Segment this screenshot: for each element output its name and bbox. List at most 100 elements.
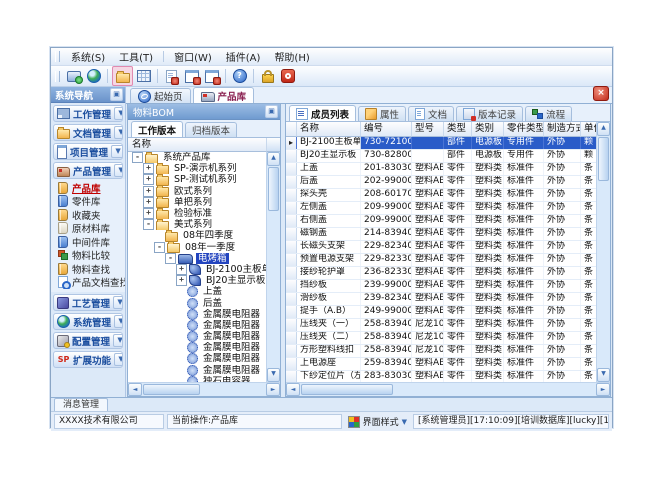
table-row[interactable]: ▸BJ-2100主板单点730-721000-12X部件电源板专用件外协颗 bbox=[286, 137, 596, 150]
table-row[interactable]: BJ20主显示板730-828000-04X部件电源板专用件外协颗 bbox=[286, 150, 596, 163]
column-header-单位[interactable]: 单位 bbox=[581, 122, 596, 137]
tree-expander-icon[interactable]: + bbox=[176, 264, 187, 275]
table-row[interactable]: 上电源座259-839403-00X塑料ABS零件塑料类标准件外协条 bbox=[286, 358, 596, 371]
tree-hscroll-thumb[interactable] bbox=[143, 384, 200, 395]
scroll-down-icon[interactable]: ▼ bbox=[267, 368, 280, 382]
members-tab-文档[interactable]: 文档 bbox=[408, 106, 454, 121]
tree-node[interactable]: 08年四季度 bbox=[128, 230, 266, 241]
table-vertical-scrollbar[interactable]: ▲ ▼ bbox=[596, 122, 610, 382]
tree-node[interactable]: 金属膜电阻器 bbox=[128, 342, 266, 353]
bom-tab-归档版本[interactable]: 归档版本 bbox=[185, 122, 237, 137]
chevron-down-icon[interactable]: ▼ bbox=[114, 353, 123, 366]
scroll-up-icon[interactable]: ▲ bbox=[597, 122, 610, 136]
sidebar-item-零件库[interactable]: 零件库 bbox=[51, 195, 125, 209]
menu-system[interactable]: 系统(S) bbox=[64, 48, 112, 65]
scroll-left-icon[interactable]: ◄ bbox=[286, 383, 300, 396]
sidebar-item-产品文档查找[interactable]: 产品文档查找 bbox=[51, 276, 125, 290]
column-header-型号[interactable]: 型号 bbox=[412, 122, 444, 137]
chevron-down-icon[interactable]: ▼ bbox=[114, 164, 123, 177]
table-row[interactable]: 挡纱板239-990001-01X塑料ABS零件塑料类标准件外协条 bbox=[286, 280, 596, 293]
sidebar-section-0[interactable]: 工作管理▼ bbox=[53, 105, 123, 122]
tree-vertical-scrollbar[interactable]: ▲ ▼ bbox=[266, 152, 280, 382]
table-scroll-thumb[interactable] bbox=[598, 137, 609, 181]
menubar-grip[interactable] bbox=[55, 51, 60, 62]
doc-tab-product[interactable]: 产品库 bbox=[193, 87, 255, 103]
open-library-button[interactable] bbox=[112, 66, 133, 86]
close-tab-button[interactable]: × bbox=[593, 86, 609, 101]
members-tab-流程[interactable]: 流程 bbox=[525, 106, 572, 121]
table-row[interactable]: 接纱轮护罩236-823301-00X塑料ABS零件塑料类标准件外协条 bbox=[286, 267, 596, 280]
table-row[interactable]: 滑纱板239-823401-00X塑料ABS零件塑料类标准件外协条 bbox=[286, 293, 596, 306]
tree-node[interactable]: 金属膜电阻器 bbox=[128, 331, 266, 342]
table-row[interactable]: 上盖201-830302-00X塑料ABS零件塑料类标准件外协条 bbox=[286, 163, 596, 176]
toolbar-grip[interactable] bbox=[55, 71, 60, 82]
tree-expander-icon[interactable]: - bbox=[132, 152, 143, 163]
menu-window[interactable]: 窗口(W) bbox=[167, 48, 219, 65]
tree-node[interactable]: +单把系列 bbox=[128, 197, 266, 208]
tree-expander-icon[interactable]: + bbox=[143, 163, 154, 174]
sidebar-section-2[interactable]: 项目管理▼ bbox=[53, 143, 123, 160]
menu-help[interactable]: 帮助(H) bbox=[267, 48, 316, 65]
tree-expander-icon[interactable]: + bbox=[143, 186, 154, 197]
ui-style-selector[interactable]: 界面样式 ▼ bbox=[345, 415, 410, 428]
column-header-类别[interactable]: 类别 bbox=[472, 122, 504, 137]
sidebar-section-4[interactable]: 工艺管理▼ bbox=[53, 294, 123, 311]
tree-node[interactable]: 后盖 bbox=[128, 297, 266, 308]
table-horizontal-scrollbar[interactable]: ◄ ► bbox=[286, 382, 610, 396]
table-hscroll-thumb[interactable] bbox=[301, 384, 393, 395]
scroll-left-icon[interactable]: ◄ bbox=[128, 383, 142, 396]
lock-button[interactable] bbox=[258, 67, 277, 85]
sidebar-item-原材料库[interactable]: 原材料库 bbox=[51, 222, 125, 236]
sidebar-section-6[interactable]: 配置管理▼ bbox=[53, 332, 123, 349]
bom-tab-工作版本[interactable]: 工作版本 bbox=[131, 121, 183, 137]
members-tab-成员列表[interactable]: 成员列表 bbox=[289, 105, 356, 121]
tree-expander-icon[interactable]: - bbox=[165, 253, 176, 264]
sidebar-item-产品库[interactable]: 产品库 bbox=[51, 181, 125, 195]
tree-expander-icon[interactable]: + bbox=[143, 174, 154, 185]
tree-node[interactable]: 金属膜电阻器 bbox=[128, 365, 266, 376]
sidebar-item-中间件库[interactable]: 中间件库 bbox=[51, 235, 125, 249]
workspace-button[interactable] bbox=[64, 67, 83, 85]
chevron-down-icon[interactable]: ▼ bbox=[114, 315, 123, 328]
tree-node[interactable]: 金属膜电阻器 bbox=[128, 309, 266, 320]
tree-node[interactable]: +欧式系列 bbox=[128, 186, 266, 197]
chevron-down-icon[interactable]: ▼ bbox=[113, 334, 123, 347]
tree-expander-icon[interactable]: - bbox=[154, 242, 165, 253]
sidebar-pin-button[interactable]: ▣ bbox=[110, 88, 123, 101]
members-tab-版本记录[interactable]: 版本记录 bbox=[456, 106, 523, 121]
tree-node[interactable]: +BJ20主显示板 bbox=[128, 275, 266, 286]
table-row[interactable]: 提手（A.B）249-990001-01X塑料ABS零件塑料类标准件外协条 bbox=[286, 306, 596, 319]
tree-column-name[interactable]: 名称 bbox=[128, 138, 267, 152]
sidebar-section-5[interactable]: 系统管理▼ bbox=[53, 313, 123, 330]
sidebar-item-收藏夹[interactable]: 收藏夹 bbox=[51, 208, 125, 222]
chevron-down-icon[interactable]: ▼ bbox=[114, 107, 123, 120]
tree-node[interactable]: +BJ-2100主板单点 bbox=[128, 264, 266, 275]
table-row[interactable]: 探头壳208-601701-01X塑料ABS零件塑料类标准件外协条 bbox=[286, 189, 596, 202]
tree-expander-icon[interactable]: - bbox=[143, 219, 154, 230]
table-row[interactable]: 下纱定位片（左）283-830301-00X塑料ABS零件塑料类标准件外协条 bbox=[286, 371, 596, 382]
tree-node[interactable]: 金属膜电阻器 bbox=[128, 353, 266, 364]
bom-pin-button[interactable]: ▣ bbox=[265, 105, 278, 118]
table-row[interactable]: 长磁头支架229-823401-00X塑料ABS零件塑料类标准件外协条 bbox=[286, 241, 596, 254]
close-document-button[interactable] bbox=[162, 67, 181, 85]
tree-node[interactable]: -08年一季度 bbox=[128, 242, 266, 253]
close-all-button[interactable] bbox=[202, 67, 221, 85]
tree-horizontal-scrollbar[interactable]: ◄ ► bbox=[128, 382, 280, 396]
members-tab-属性[interactable]: 属性 bbox=[358, 106, 406, 121]
exit-button[interactable] bbox=[278, 67, 297, 85]
column-header-制造方式[interactable]: 制造方式 bbox=[544, 122, 581, 137]
sidebar-item-物料比较[interactable]: 物料比较 bbox=[51, 249, 125, 263]
scroll-up-icon[interactable]: ▲ bbox=[267, 152, 280, 166]
scroll-down-icon[interactable]: ▼ bbox=[597, 368, 610, 382]
tree-node[interactable]: -电烤箱 bbox=[128, 253, 266, 264]
help-button[interactable] bbox=[230, 67, 249, 85]
column-header-零件类型[interactable]: 零件类型 bbox=[504, 122, 544, 137]
tree-expander-icon[interactable]: + bbox=[143, 208, 154, 219]
column-header-名称[interactable]: 名称 bbox=[297, 122, 361, 137]
table-row[interactable]: 右侧盖209-990002-01X塑料ABS零件塑料类标准件外协条 bbox=[286, 215, 596, 228]
table-row[interactable]: 方形塑料线扣258-839403-00X尼龙1010零件塑料类标准件外协条 bbox=[286, 345, 596, 358]
table-row[interactable]: 压线夹（一）258-839401-00X尼龙1010零件塑料类标准件外协条 bbox=[286, 319, 596, 332]
scroll-right-icon[interactable]: ► bbox=[266, 383, 280, 396]
sidebar-item-物料查找[interactable]: 物料查找 bbox=[51, 262, 125, 276]
table-row[interactable]: 左侧盖209-990001-01X塑料ABS零件塑料类标准件外协条 bbox=[286, 202, 596, 215]
